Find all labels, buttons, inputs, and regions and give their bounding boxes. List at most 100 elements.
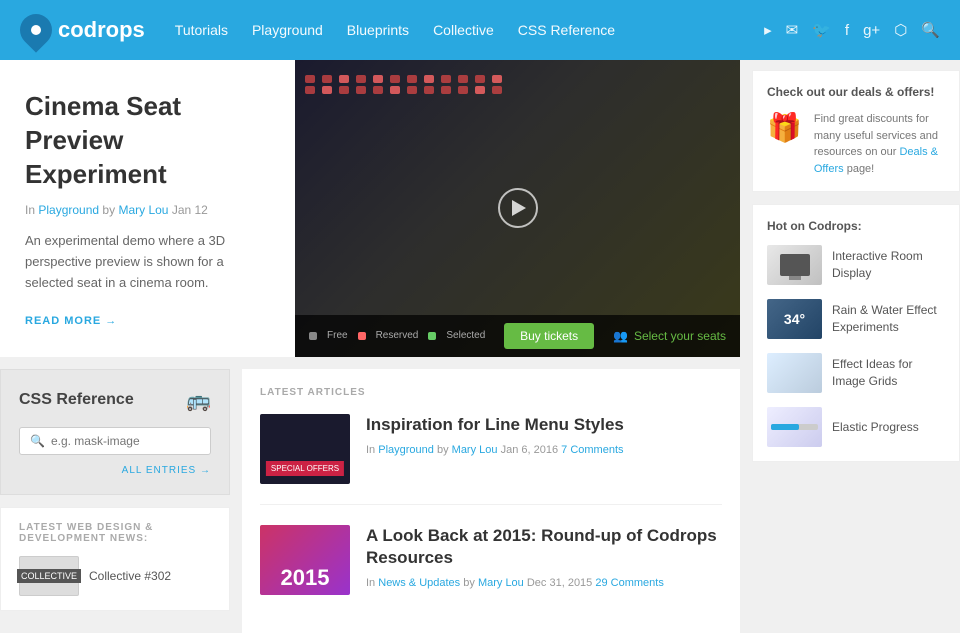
- latest-articles: LATEST ARTICLES Special Offers Inspirati…: [242, 369, 740, 633]
- css-search-input[interactable]: [51, 434, 206, 448]
- news-title: Collective #302: [89, 569, 171, 583]
- legend-selected-label: Selected: [446, 330, 485, 341]
- article-meta-2: In News & Updates by Mary Lou Dec 31, 20…: [366, 577, 722, 589]
- select-seats-label: Select your seats: [634, 329, 726, 343]
- hot-item-4[interactable]: Elastic Progress: [767, 407, 945, 447]
- twitter-icon[interactable]: 🐦: [812, 21, 831, 39]
- seat: [492, 75, 502, 83]
- featured-post: Cinema Seat Preview Experiment In Playgr…: [0, 60, 740, 357]
- css-search-box[interactable]: 🔍: [19, 427, 211, 455]
- meta-by: by: [102, 203, 115, 217]
- all-entries-label: ALL ENTRIES →: [122, 465, 211, 476]
- article-thumb-1: Special Offers: [260, 414, 350, 484]
- hot-thumb-1-bg: [767, 245, 822, 285]
- hot-item-title-4: Elastic Progress: [832, 419, 919, 436]
- article-author-1[interactable]: Mary Lou: [452, 444, 498, 456]
- gift-icon: 🎁: [767, 111, 802, 144]
- article-category-2[interactable]: News & Updates: [378, 577, 460, 589]
- nav-playground[interactable]: Playground: [252, 22, 323, 38]
- select-seats[interactable]: 👥 Select your seats: [613, 329, 726, 343]
- hot-box: Hot on Codrops: Interactive Room Display…: [752, 204, 960, 462]
- nav-collective[interactable]: Collective: [433, 22, 494, 38]
- article-title-2: A Look Back at 2015: Round-up of Codrops…: [366, 525, 722, 569]
- sidebar-widget: CSS Reference 🚌 🔍 ALL ENTRIES → LATEST W…: [0, 369, 230, 633]
- article-comments-2[interactable]: 29 Comments: [595, 577, 663, 589]
- play-button[interactable]: [498, 188, 538, 228]
- featured-meta: In Playground by Mary Lou Jan 12: [25, 203, 270, 217]
- nav-tutorials[interactable]: Tutorials: [175, 22, 228, 38]
- seat: [492, 86, 502, 94]
- meta-in: In: [25, 203, 35, 217]
- content-area: Cinema Seat Preview Experiment In Playgr…: [0, 60, 740, 633]
- read-more-link[interactable]: READ MORE →: [25, 315, 117, 327]
- seat: [322, 75, 332, 83]
- seat: [424, 75, 434, 83]
- article-date-1: Jan 6, 2016: [501, 444, 559, 456]
- search-icon[interactable]: 🔍: [921, 21, 940, 39]
- seat: [305, 75, 315, 83]
- all-entries-link[interactable]: ALL ENTRIES →: [19, 465, 211, 476]
- rss-icon[interactable]: ▸: [764, 21, 772, 39]
- seat: [356, 75, 366, 83]
- article-meta-in-2: In: [366, 577, 375, 589]
- article-content-2: A Look Back at 2015: Round-up of Codrops…: [366, 525, 722, 595]
- meta-category[interactable]: Playground: [38, 203, 99, 217]
- hot-item-3[interactable]: Effect Ideas for Image Grids: [767, 353, 945, 393]
- progress-bar: [771, 424, 818, 430]
- news-thumb: COLLECTIVE: [19, 556, 79, 596]
- search-icon-small: 🔍: [30, 434, 45, 448]
- facebook-icon[interactable]: f: [845, 22, 849, 39]
- site-logo[interactable]: codrops: [20, 14, 145, 46]
- article-meta-1: In Playground by Mary Lou Jan 6, 2016 7 …: [366, 444, 624, 456]
- meta-author[interactable]: Mary Lou: [118, 203, 168, 217]
- seat: [441, 75, 451, 83]
- article-content-1: Inspiration for Line Menu Styles In Play…: [366, 414, 624, 484]
- hot-thumb-1: [767, 245, 822, 285]
- articles-label: LATEST ARTICLES: [260, 387, 722, 398]
- article-meta-in-1: In: [366, 444, 375, 456]
- seat-grid: [305, 75, 506, 94]
- email-icon[interactable]: ✉: [786, 21, 799, 39]
- buy-tickets-button[interactable]: Buy tickets: [504, 323, 594, 349]
- article-by-2: by: [463, 577, 475, 589]
- hot-item-title-2: Rain & Water Effect Experiments: [832, 302, 945, 336]
- seat: [458, 86, 468, 94]
- seat: [475, 75, 485, 83]
- main-nav: Tutorials Playground Blueprints Collecti…: [175, 22, 764, 38]
- seat: [458, 75, 468, 83]
- article-title-1: Inspiration for Line Menu Styles: [366, 414, 624, 436]
- nav-css-reference[interactable]: CSS Reference: [518, 22, 615, 38]
- seat: [373, 75, 383, 83]
- article-comments-1[interactable]: 7 Comments: [561, 444, 623, 456]
- news-item[interactable]: COLLECTIVE Collective #302: [19, 556, 211, 596]
- css-ref-label: CSS Reference: [19, 391, 134, 409]
- deals-text-suffix: page!: [847, 163, 875, 175]
- thumb-line-menu: Special Offers: [260, 414, 350, 484]
- seat: [407, 86, 417, 94]
- seat: [407, 75, 417, 83]
- site-header: codrops Tutorials Playground Blueprints …: [0, 0, 960, 60]
- gplus-icon[interactable]: g+: [863, 22, 880, 39]
- article-date-2: Dec 31, 2015: [527, 577, 592, 589]
- collective-badge: COLLECTIVE: [17, 569, 81, 583]
- year-text: 2015: [281, 565, 330, 591]
- header-icons: ▸ ✉ 🐦 f g+ ⬡ 🔍: [764, 21, 940, 39]
- nav-blueprints[interactable]: Blueprints: [347, 22, 409, 38]
- article-author-2[interactable]: Mary Lou: [478, 577, 524, 589]
- hot-item-title-3: Effect Ideas for Image Grids: [832, 356, 945, 390]
- latest-news-box: LATEST WEB DESIGN & DEVELOPMENT NEWS: CO…: [0, 507, 230, 611]
- main-wrapper: Cinema Seat Preview Experiment In Playgr…: [0, 60, 960, 633]
- article-item: Special Offers Inspiration for Line Menu…: [260, 414, 722, 505]
- article-thumb-2: 2015: [260, 525, 350, 595]
- deals-title: Check out our deals & offers!: [767, 85, 945, 99]
- github-icon[interactable]: ⬡: [894, 21, 907, 39]
- deals-content: 🎁 Find great discounts for many useful s…: [767, 111, 945, 177]
- article-category-1[interactable]: Playground: [378, 444, 434, 456]
- hot-thumb-3-bg: [767, 353, 822, 393]
- deals-box: Check out our deals & offers! 🎁 Find gre…: [752, 70, 960, 192]
- hot-item-2[interactable]: 34° Rain & Water Effect Experiments: [767, 299, 945, 339]
- hot-item-1[interactable]: Interactive Room Display: [767, 245, 945, 285]
- latest-news-label: LATEST WEB DESIGN & DEVELOPMENT NEWS:: [19, 522, 211, 544]
- featured-description: An experimental demo where a 3D perspect…: [25, 231, 270, 293]
- monitor-icon: [780, 254, 810, 276]
